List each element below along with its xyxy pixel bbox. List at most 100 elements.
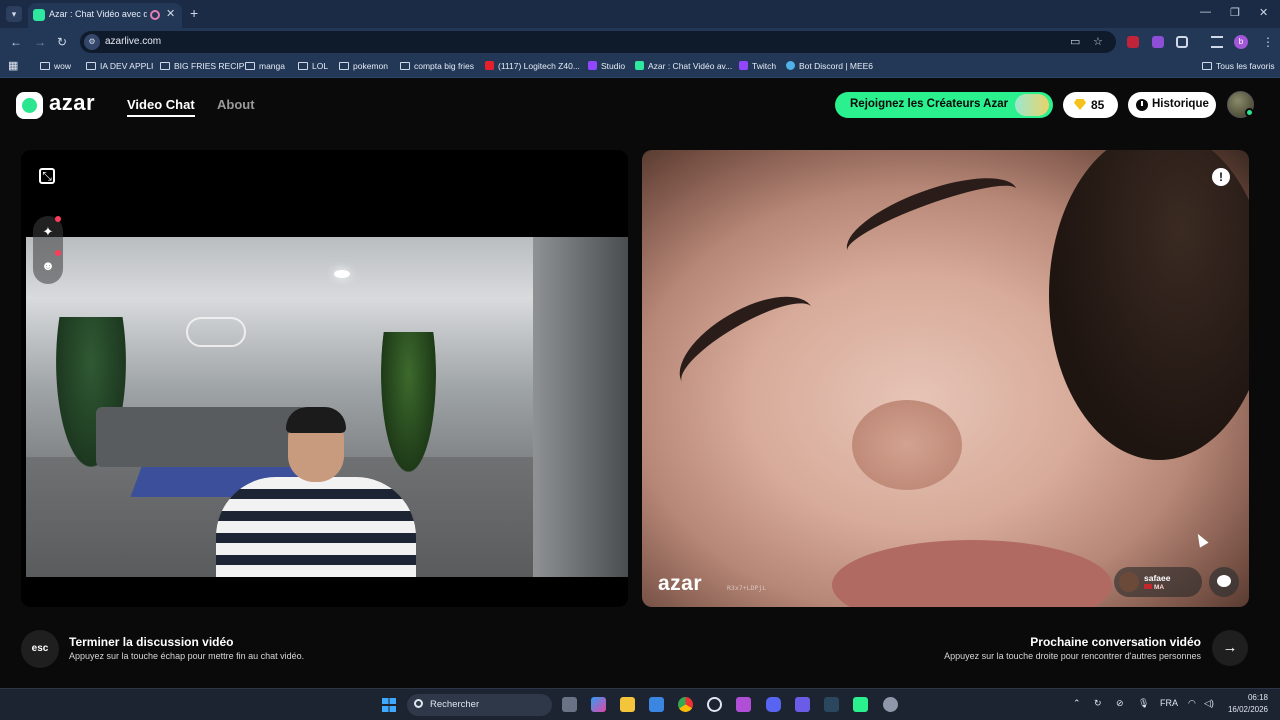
nav-about[interactable]: About xyxy=(217,97,255,112)
bookmark-manga[interactable]: manga xyxy=(245,61,285,71)
browser-menu-icon[interactable]: ⋮ xyxy=(1262,35,1274,49)
exit-fullscreen-icon[interactable]: ⤡ xyxy=(39,168,55,184)
app-grid-icon[interactable] xyxy=(795,697,810,712)
wifi-icon[interactable]: ◠ xyxy=(1188,698,1196,709)
bookmark-compta-big-fries[interactable]: compta big fries xyxy=(400,61,474,71)
next-chat-button[interactable]: → xyxy=(1212,630,1248,666)
bookmark-mee6[interactable]: Bot Discord | MEE6 xyxy=(786,61,873,71)
azar-app-icon[interactable] xyxy=(853,697,868,712)
extensions-puzzle-icon[interactable] xyxy=(1176,36,1188,48)
windows-start-icon[interactable] xyxy=(382,698,396,712)
network-icon[interactable]: ⊘ xyxy=(1116,698,1124,709)
session-code: R3x7+LDPjL xyxy=(727,584,767,592)
maximize-icon[interactable]: ❐ xyxy=(1230,6,1240,19)
next-chat-hint: Appuyez sur la touche droite pour rencon… xyxy=(944,651,1201,661)
task-view-icon[interactable] xyxy=(562,697,577,712)
clock-time[interactable]: 06:18 xyxy=(1236,693,1268,702)
folder-icon xyxy=(160,62,170,70)
bookmark-twitch[interactable]: Twitch xyxy=(739,61,776,71)
youtube-icon xyxy=(485,61,494,70)
minimize-icon[interactable]: — xyxy=(1200,6,1211,18)
notification-dot-icon xyxy=(55,216,61,222)
chrome-icon[interactable] xyxy=(678,697,693,712)
history-button[interactable]: Historique xyxy=(1128,92,1216,118)
file-explorer-icon[interactable] xyxy=(620,697,635,712)
bookmark-pokemon[interactable]: pokemon xyxy=(339,61,388,71)
url-text: azarlive.com xyxy=(105,36,162,47)
tab-search-chevron-icon[interactable]: ▾ xyxy=(6,6,22,22)
bookmark-ia-dev-appli[interactable]: IA DEV APPLI xyxy=(86,61,153,71)
clock-date[interactable]: 16/02/2026 xyxy=(1222,705,1268,714)
bookmark-wow[interactable]: wow xyxy=(40,61,71,71)
end-chat-button[interactable]: esc xyxy=(21,630,59,668)
azar-watermark: azar xyxy=(658,572,703,595)
peer-nose xyxy=(852,400,962,490)
microphone-icon[interactable]: 🎙 xyxy=(1138,698,1149,709)
next-chat-title: Prochaine conversation vidéo xyxy=(1030,635,1201,649)
join-creators-button[interactable]: Rejoignez les Créateurs Azar xyxy=(835,92,1053,118)
apps-grid-icon[interactable]: ▦ xyxy=(8,59,18,72)
gems-button[interactable]: 85 xyxy=(1063,92,1118,118)
folder-icon xyxy=(40,62,50,70)
site-info-icon[interactable]: ⚙ xyxy=(84,34,100,50)
self-person xyxy=(216,407,416,577)
twitch-icon xyxy=(588,61,597,70)
peer-hair xyxy=(1049,150,1249,460)
tab-close-icon[interactable]: ✕ xyxy=(166,7,175,20)
profile-avatar[interactable]: b xyxy=(1234,35,1248,49)
creators-badge-icon xyxy=(1015,94,1049,116)
folder-icon xyxy=(86,62,96,70)
azar-icon xyxy=(635,61,644,70)
tray-chevron-icon[interactable]: ⌃ xyxy=(1073,698,1081,709)
tab-title: Azar : Chat Vidéo avec de n xyxy=(49,9,147,19)
new-tab-icon[interactable]: + xyxy=(190,5,198,21)
peer-eye xyxy=(837,161,1027,279)
ceiling-light xyxy=(334,270,350,278)
extension-purple-icon[interactable] xyxy=(1152,36,1164,48)
nav-video-chat[interactable]: Video Chat xyxy=(127,97,195,117)
extension-red-icon[interactable] xyxy=(1127,36,1139,48)
peer-name: safaee xyxy=(1144,573,1171,583)
face-filter-icon[interactable]: ☻ xyxy=(36,254,60,278)
all-favorites[interactable]: Tous les favoris xyxy=(1202,61,1275,71)
twitch-app-icon[interactable] xyxy=(736,697,751,712)
back-icon[interactable]: ← xyxy=(10,35,22,49)
logo-text[interactable]: azar xyxy=(49,90,95,116)
gem-icon xyxy=(1074,99,1086,110)
volume-icon[interactable]: ◁) xyxy=(1204,698,1214,709)
bookmark-star-icon[interactable]: ☆ xyxy=(1093,35,1103,48)
close-window-icon[interactable]: ✕ xyxy=(1259,6,1268,19)
store-icon[interactable] xyxy=(649,697,664,712)
peer-profile-chip[interactable]: safaee MA xyxy=(1114,567,1202,597)
steam-icon[interactable] xyxy=(824,697,839,712)
chat-bubble-icon[interactable] xyxy=(1209,567,1239,597)
address-bar[interactable]: ⚙ azarlive.com ▭ ☆ xyxy=(80,31,1116,53)
bookmark-azar[interactable]: Azar : Chat Vidéo av... xyxy=(635,61,732,71)
media-controls-icon[interactable] xyxy=(1211,36,1223,48)
cast-icon[interactable]: ▭ xyxy=(1070,35,1080,48)
twitch-icon xyxy=(739,61,748,70)
settings-gear-icon[interactable] xyxy=(883,697,898,712)
bookmark-lol[interactable]: LOL xyxy=(298,61,328,71)
self-camera-feed xyxy=(26,237,628,577)
effects-toolbar: ✦ ☻ xyxy=(33,216,63,284)
forward-icon[interactable]: → xyxy=(34,35,46,49)
history-clock-icon xyxy=(1136,99,1148,111)
mouse-cursor-icon xyxy=(1193,531,1209,548)
active-tab[interactable]: Azar : Chat Vidéo avec de n ✕ xyxy=(28,3,182,28)
obs-icon[interactable] xyxy=(707,697,722,712)
azar-logo-icon[interactable] xyxy=(16,92,43,119)
reload-icon[interactable]: ↻ xyxy=(57,35,67,49)
discord-icon[interactable] xyxy=(766,697,781,712)
sync-icon[interactable]: ↻ xyxy=(1094,698,1102,709)
peer-country: MA xyxy=(1144,584,1164,591)
taskbar-search[interactable]: Rechercher xyxy=(407,694,552,716)
peer-lips xyxy=(832,540,1112,607)
bookmark-studio[interactable]: Studio xyxy=(588,61,625,71)
magic-wand-icon[interactable]: ✦ xyxy=(36,220,60,244)
report-icon[interactable]: ! xyxy=(1212,168,1230,186)
bookmark-logitech-video[interactable]: (1117) Logitech Z40... xyxy=(485,61,580,71)
copilot-icon[interactable] xyxy=(591,697,606,712)
language-indicator[interactable]: FRA xyxy=(1160,698,1178,708)
bookmark-big-fries-recip[interactable]: BIG FRIES RECIP xyxy=(160,61,244,71)
